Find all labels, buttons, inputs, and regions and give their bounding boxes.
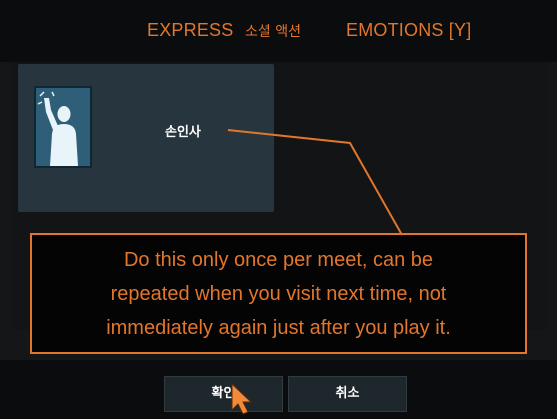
callout-pointer-line — [227, 129, 403, 236]
arrow-cursor-icon — [231, 382, 253, 415]
annotation-overlay — [227, 129, 403, 415]
social-action-window: EXPRESS 소셜 액션 EMOTIONS [Y] 손인사 Do this o… — [0, 0, 557, 419]
